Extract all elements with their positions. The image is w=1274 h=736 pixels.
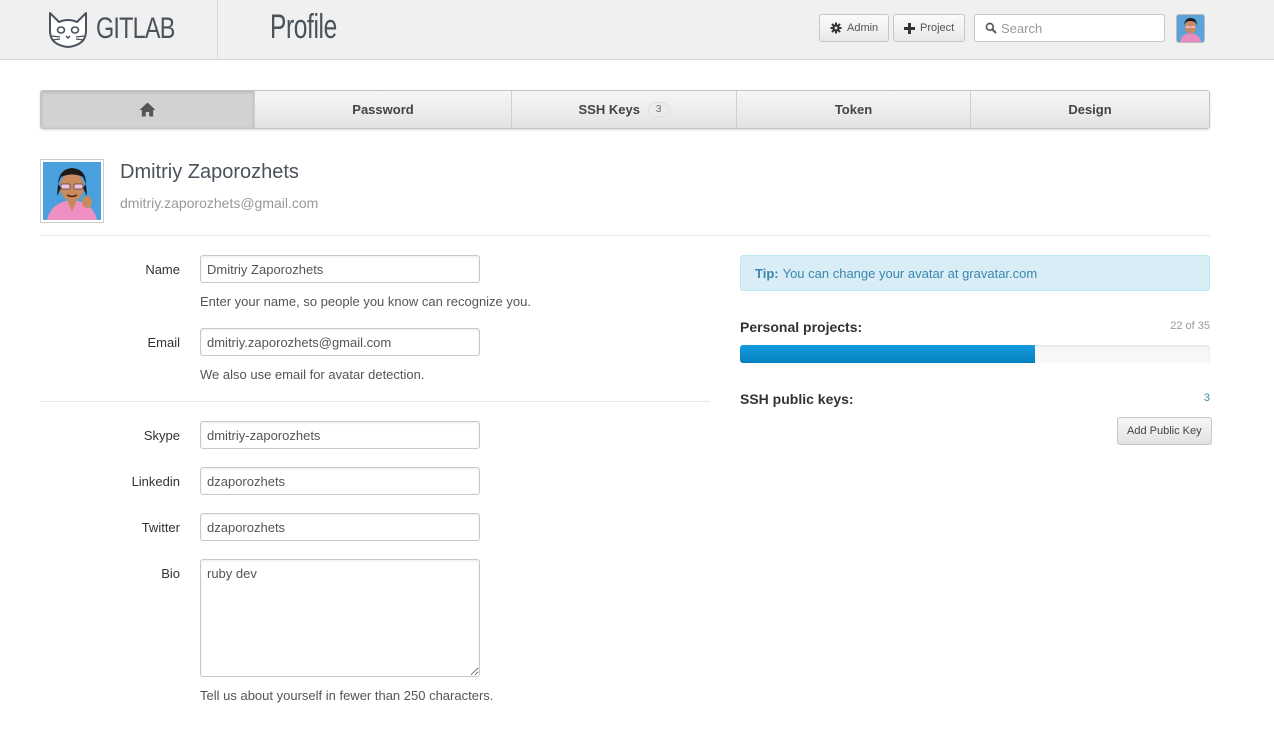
header-divider bbox=[217, 0, 218, 59]
page-title: Profile bbox=[270, 8, 337, 46]
avatar-tip-alert: Tip: You can change your avatar at grava… bbox=[740, 255, 1210, 291]
tab-token-label: Token bbox=[834, 102, 873, 117]
tab-ssh-keys[interactable]: SSH Keys 3 bbox=[512, 91, 737, 128]
ssh-keys-count-badge: 3 bbox=[647, 102, 670, 117]
logo-text: GITLAB bbox=[96, 12, 175, 45]
admin-button[interactable]: Admin bbox=[819, 14, 890, 42]
home-icon bbox=[139, 102, 156, 117]
admin-label: Admin bbox=[847, 22, 879, 34]
skype-label: Skype bbox=[143, 428, 180, 443]
email-label: Email bbox=[147, 335, 180, 350]
tip-label: Tip: bbox=[755, 265, 779, 281]
ssh-keys-heading: SSH public keys: bbox=[740, 391, 854, 407]
name-input[interactable] bbox=[200, 255, 480, 283]
projects-progress bbox=[740, 345, 1210, 363]
profile-name: Dmitriy Zaporozhets bbox=[120, 161, 299, 183]
projects-progress-bar bbox=[740, 345, 1036, 363]
search-box[interactable] bbox=[974, 14, 1165, 42]
profile-tabs: Password SSH Keys 3 Token Design bbox=[40, 90, 1210, 129]
search-input[interactable] bbox=[1001, 20, 1151, 36]
linkedin-label: Linkedin bbox=[131, 474, 180, 489]
ssh-keys-count-link[interactable]: 3 bbox=[1204, 392, 1210, 404]
bio-textarea[interactable]: ruby dev bbox=[200, 559, 480, 677]
tab-ssh-keys-label: SSH Keys bbox=[578, 102, 640, 117]
personal-projects-heading: Personal projects: bbox=[740, 319, 863, 335]
project-label: Project bbox=[920, 22, 955, 34]
profile-divider bbox=[40, 235, 1210, 236]
tip-text: You can change your avatar at gravatar.c… bbox=[782, 265, 1038, 281]
tab-design-label: Design bbox=[1068, 102, 1112, 117]
tab-password[interactable]: Password bbox=[255, 91, 512, 128]
twitter-label: Twitter bbox=[141, 520, 180, 535]
profile-email: dmitriy.zaporozhets@gmail.com bbox=[120, 195, 319, 211]
form-divider bbox=[40, 401, 710, 402]
gitlab-logo[interactable]: GITLAB bbox=[46, 9, 197, 49]
tab-token[interactable]: Token bbox=[737, 91, 971, 128]
tab-home[interactable] bbox=[41, 91, 255, 128]
email-help: We also use email for avatar detection. bbox=[200, 367, 425, 382]
skype-input[interactable] bbox=[200, 421, 480, 449]
name-help: Enter your name, so people you know can … bbox=[200, 294, 531, 309]
twitter-input[interactable] bbox=[200, 513, 480, 541]
profile-avatar-image bbox=[43, 162, 101, 220]
gear-icon bbox=[830, 22, 842, 34]
email-input[interactable] bbox=[200, 328, 480, 356]
name-label: Name bbox=[145, 262, 180, 277]
bio-label: Bio bbox=[161, 566, 180, 581]
search-icon bbox=[985, 22, 997, 34]
top-header: GITLAB Profile Admin Project bbox=[0, 0, 1274, 60]
plus-icon bbox=[904, 22, 915, 34]
new-project-button[interactable]: Project bbox=[893, 14, 966, 42]
bio-help: Tell us about yourself in fewer than 250… bbox=[200, 688, 494, 703]
profile-avatar bbox=[40, 159, 104, 223]
user-avatar[interactable] bbox=[1176, 14, 1205, 43]
user-avatar-image bbox=[1177, 15, 1204, 42]
tab-password-label: Password bbox=[352, 102, 414, 117]
add-public-key-button[interactable]: Add Public Key bbox=[1117, 417, 1212, 445]
tab-design[interactable]: Design bbox=[971, 91, 1209, 128]
linkedin-input[interactable] bbox=[200, 467, 480, 495]
cat-logo-icon bbox=[49, 12, 87, 48]
projects-count: 22 of 35 bbox=[1170, 320, 1210, 332]
